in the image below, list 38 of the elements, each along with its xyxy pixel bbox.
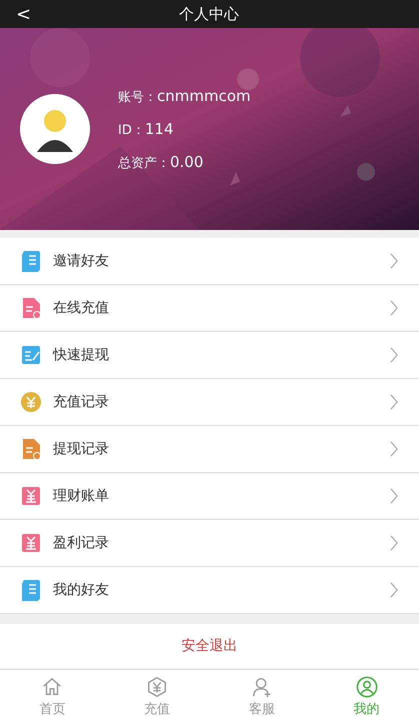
user-icon (356, 676, 378, 698)
menu-label: 理财账单 (53, 487, 110, 505)
info-label: ID： (118, 122, 145, 138)
chevron-icon (390, 441, 399, 457)
yen-icon (146, 676, 168, 698)
menu-label: 充值记录 (53, 393, 110, 411)
chevron-icon (390, 582, 399, 598)
chevron-icon (390, 394, 399, 410)
menu-label: 在线充值 (53, 299, 110, 317)
menu-item[interactable]: 邀请好友 (0, 238, 419, 285)
user-plus-icon (250, 676, 273, 698)
home-icon (41, 676, 64, 698)
menu-label: 我的好友 (53, 581, 110, 599)
chevron-icon (390, 253, 399, 269)
chevron-icon (390, 347, 399, 363)
info-value: 0.00 (170, 152, 204, 170)
menu-label: 盈利记录 (53, 534, 110, 552)
avatar (20, 94, 90, 164)
info-label: 账号： (118, 88, 157, 106)
chevron-icon (390, 535, 399, 551)
menu-item[interactable]: 充值记录 (0, 379, 419, 426)
info-value: cnmmmcom (157, 86, 251, 104)
back-button[interactable]: < (10, 4, 38, 24)
menu-item[interactable]: 快速提现 (0, 332, 419, 379)
info-value: 114 (144, 120, 174, 138)
page-title: 个人中心 (179, 4, 240, 24)
info-label: 总资产： (118, 154, 170, 172)
chevron-icon (390, 488, 399, 504)
chevron-icon (390, 300, 399, 316)
menu-label: 提现记录 (53, 440, 110, 458)
menu-item[interactable]: 在线充值 (0, 285, 419, 332)
menu-item[interactable]: 盈利记录 (0, 520, 419, 567)
menu-label: 邀请好友 (53, 252, 110, 270)
menu-label: 快速提现 (53, 346, 110, 364)
menu-item[interactable]: 提现记录 (0, 426, 419, 473)
menu-item[interactable]: 理财账单 (0, 473, 419, 520)
logout-button[interactable]: 安全退出 (172, 633, 248, 659)
menu-item[interactable]: 我的好友 (0, 567, 419, 614)
